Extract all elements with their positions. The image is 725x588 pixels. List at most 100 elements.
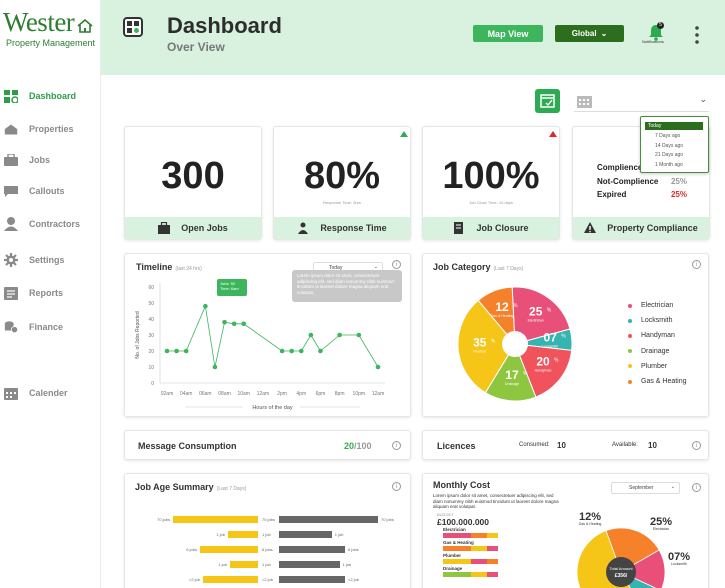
date-option-14-days[interactable]: 14 Days ago xyxy=(655,143,683,149)
briefcase-icon xyxy=(158,222,171,234)
job-age-right-value: <2 job xyxy=(348,577,360,582)
job-age-bar-right[interactable] xyxy=(279,576,345,583)
info-icon[interactable]: i xyxy=(392,441,401,450)
data-point xyxy=(279,348,285,354)
y-tick-label: 60 xyxy=(148,285,154,291)
licences-consumed-value: 10 xyxy=(557,441,566,450)
sidebar-item-contractors[interactable]: Contractors xyxy=(4,214,99,234)
sidebar-item-calender[interactable]: Calender xyxy=(4,383,99,403)
date-range-select[interactable]: ⌄ xyxy=(574,90,709,112)
pie-percent-sign: % xyxy=(523,371,528,377)
info-icon[interactable]: i xyxy=(692,441,701,450)
job-age-mid-value: 6 jobs xyxy=(262,547,273,552)
sidebar-item-label: Properties xyxy=(29,124,74,134)
legend-swatch xyxy=(628,379,632,384)
legend-label: Gas & Heating xyxy=(641,378,687,385)
message-consumption-card: Message Consumption 20/100 i xyxy=(124,430,411,460)
x-tick-label: 10pm xyxy=(353,391,366,397)
coins-icon xyxy=(4,321,18,334)
job-age-bar-right[interactable] xyxy=(279,516,378,523)
logo[interactable]: Wester Property Management xyxy=(3,8,99,50)
job-age-bar-right[interactable] xyxy=(279,531,332,538)
job-age-bar-left[interactable] xyxy=(203,576,258,583)
global-dropdown[interactable]: Global ⌄ xyxy=(555,25,624,42)
y-tick-label: 40 xyxy=(148,317,154,323)
sidebar-item-label: Callouts xyxy=(29,186,65,196)
pie-value-label: 20 xyxy=(536,355,550,369)
compliance-label: Complience xyxy=(597,163,643,172)
sidebar-item-jobs[interactable]: Jobs xyxy=(4,150,99,170)
job-age-mid-value: 1 job xyxy=(262,562,271,567)
map-view-button[interactable]: Map View xyxy=(473,25,543,42)
sidebar-item-label: Calender xyxy=(29,388,68,398)
info-icon[interactable]: i xyxy=(392,482,401,491)
pie-percent-sign: % xyxy=(491,339,496,345)
job-age-bar-right[interactable] xyxy=(279,546,345,553)
tooltip-time: Time: 6am xyxy=(220,286,239,291)
chat-icon xyxy=(4,185,18,198)
document-icon xyxy=(454,222,464,234)
date-option-21-days[interactable]: 21 Days ago xyxy=(655,152,683,158)
cost-percent-name: Electrician xyxy=(653,527,669,531)
pie-value-label: 12 xyxy=(495,300,509,314)
job-closure-card[interactable]: 100% Job Close Time: 10 days Job Closure xyxy=(422,126,560,240)
job-age-bar-left[interactable] xyxy=(230,561,258,568)
timeline-chart: 0 10 20 30 40 50 60 02am 04am 06am 08am 10am 12am 2pm… xyxy=(135,283,385,411)
page-subtitle: Over View xyxy=(167,40,225,54)
job-age-bar-left[interactable] xyxy=(228,531,258,538)
notifications-button[interactable]: 5 Notifications xyxy=(642,22,667,48)
legend-item[interactable]: Drainage xyxy=(628,348,669,355)
job-age-title-text: Job Age Summary xyxy=(135,482,214,492)
licences-card: Licences Consumed: 10 Available: 10 i xyxy=(422,430,709,460)
pie-slice-name: Plumber xyxy=(473,350,487,354)
legend-item[interactable]: Handyman xyxy=(628,332,675,339)
job-age-left-value: 1 job xyxy=(216,532,225,537)
data-point xyxy=(289,348,294,354)
more-menu-icon[interactable] xyxy=(694,25,700,45)
sidebar-item-label: Contractors xyxy=(29,219,81,229)
licences-available-value: 10 xyxy=(648,441,657,450)
pie-slice-name: Drainage xyxy=(505,382,519,386)
cost-percent-name: Locksmith xyxy=(671,562,687,566)
date-option-1-month[interactable]: 1 Month ago xyxy=(655,162,683,168)
date-option-today[interactable]: Today xyxy=(645,122,703,130)
legend-item[interactable]: Plumber xyxy=(628,363,667,370)
message-consumption-value: 20/100 xyxy=(344,441,372,451)
warning-icon xyxy=(584,222,597,233)
response-time-card[interactable]: 80% Response Time: 2hrs Response Time xyxy=(273,126,411,240)
pie-percent-sign: % xyxy=(554,358,559,364)
trend-up-icon xyxy=(400,131,408,137)
open-jobs-card[interactable]: 300 Open Jobs xyxy=(124,126,262,240)
calendar-filter-button[interactable] xyxy=(535,89,560,113)
sidebar-item-reports[interactable]: Reports xyxy=(4,283,99,303)
global-label: Global xyxy=(571,29,597,38)
pie-hole xyxy=(502,331,528,357)
job-age-bar-left[interactable] xyxy=(200,546,258,553)
legend-item[interactable]: Gas & Heating xyxy=(628,378,687,385)
y-tick-label: 10 xyxy=(148,365,154,371)
legend-label: Handyman xyxy=(641,332,675,340)
sidebar-item-callouts[interactable]: Callouts xyxy=(4,181,99,201)
sidebar-item-dashboard[interactable]: Dashboard xyxy=(4,86,99,106)
legend-swatch xyxy=(628,364,632,369)
date-option-7-days[interactable]: 7 Days ago xyxy=(655,133,680,139)
legend-item[interactable]: Locksmith xyxy=(628,317,673,324)
sidebar-item-properties[interactable]: Properties xyxy=(4,119,99,139)
job-age-bar-left[interactable] xyxy=(173,516,258,523)
sidebar-item-finance[interactable]: Finance xyxy=(4,317,99,337)
x-tick-label: 06am xyxy=(199,391,212,397)
job-age-bar-right[interactable] xyxy=(279,561,340,568)
licences-available-label: Available: xyxy=(612,442,638,448)
logo-name: Wester xyxy=(3,7,75,37)
job-age-summary-card: Job Age Summary (Last 7 Days) i 70 jobs 70… xyxy=(124,473,411,588)
sidebar-item-settings[interactable]: Settings xyxy=(4,250,99,270)
job-age-right-value: 6 jobs xyxy=(348,547,359,552)
legend-label: Plumber xyxy=(641,362,668,370)
legend-item[interactable]: Electrician xyxy=(628,302,673,309)
gear-icon xyxy=(4,253,18,267)
y-tick-label: 20 xyxy=(148,349,154,355)
job-age-mid-value: 70 jobs xyxy=(262,517,275,522)
expired-value: 25% xyxy=(670,190,687,199)
licences-consumed-label: Consumed: xyxy=(519,442,550,448)
calendar-icon xyxy=(540,94,555,108)
